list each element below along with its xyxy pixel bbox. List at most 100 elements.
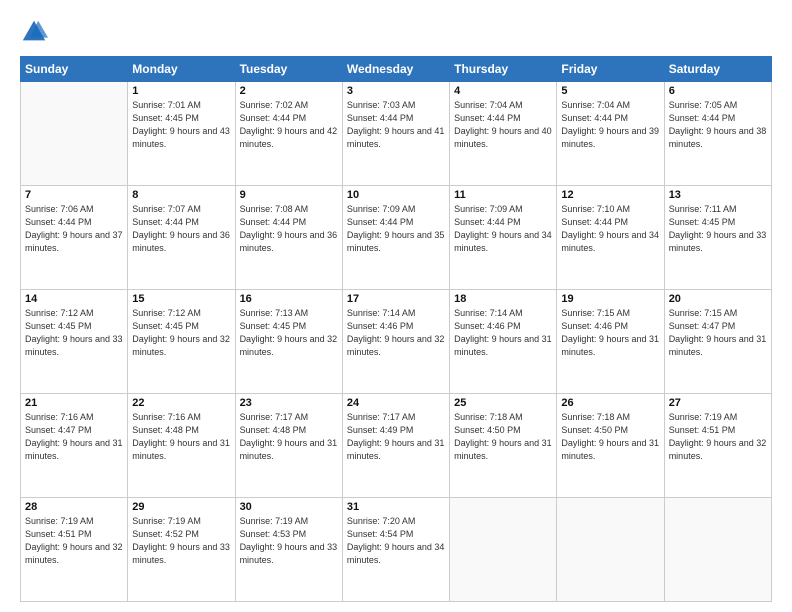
day-number: 9 [240,189,338,201]
day-info: Sunrise: 7:12 AMSunset: 4:45 PMDaylight:… [132,307,230,359]
weekday-header: Wednesday [342,57,449,82]
calendar-cell: 17 Sunrise: 7:14 AMSunset: 4:46 PMDayligh… [342,290,449,394]
day-info: Sunrise: 7:20 AMSunset: 4:54 PMDaylight:… [347,515,445,567]
calendar-cell: 9 Sunrise: 7:08 AMSunset: 4:44 PMDaylight… [235,186,342,290]
calendar-cell: 2Sunrise: 7:02 AMSunset: 4:44 PMDaylight… [235,82,342,186]
day-info: Sunrise: 7:18 AMSunset: 4:50 PMDaylight:… [454,411,552,463]
day-info: Sunrise: 7:16 AMSunset: 4:47 PMDaylight:… [25,411,123,463]
day-number: 4 [454,85,552,97]
calendar-row: 14 Sunrise: 7:12 AMSunset: 4:45 PMDayligh… [21,290,772,394]
day-info: Sunrise: 7:15 AMSunset: 4:46 PMDaylight:… [561,307,659,359]
day-info: Sunrise: 7:10 AMSunset: 4:44 PMDaylight:… [561,203,659,255]
calendar-header-row: SundayMondayTuesdayWednesdayThursdayFrid… [21,57,772,82]
day-number: 26 [561,397,659,409]
day-info: Sunrise: 7:07 AMSunset: 4:44 PMDaylight:… [132,203,230,255]
calendar-cell: 26 Sunrise: 7:18 AMSunset: 4:50 PMDayligh… [557,394,664,498]
day-number: 12 [561,189,659,201]
weekday-header: Saturday [664,57,771,82]
calendar-cell: 25 Sunrise: 7:18 AMSunset: 4:50 PMDayligh… [450,394,557,498]
day-info: Sunrise: 7:04 AMSunset: 4:44 PMDaylight:… [561,99,659,151]
calendar-table: SundayMondayTuesdayWednesdayThursdayFrid… [20,56,772,602]
calendar-cell: 12 Sunrise: 7:10 AMSunset: 4:44 PMDayligh… [557,186,664,290]
day-number: 2 [240,85,338,97]
calendar-cell: 28 Sunrise: 7:19 AMSunset: 4:51 PMDayligh… [21,498,128,602]
day-info: Sunrise: 7:17 AMSunset: 4:48 PMDaylight:… [240,411,338,463]
day-number: 20 [669,293,767,305]
day-number: 6 [669,85,767,97]
day-number: 10 [347,189,445,201]
day-info: Sunrise: 7:11 AMSunset: 4:45 PMDaylight:… [669,203,767,255]
logo-icon [20,18,48,46]
calendar-cell: 19 Sunrise: 7:15 AMSunset: 4:46 PMDayligh… [557,290,664,394]
header [20,18,772,46]
day-info: Sunrise: 7:09 AMSunset: 4:44 PMDaylight:… [454,203,552,255]
day-info: Sunrise: 7:19 AMSunset: 4:51 PMDaylight:… [25,515,123,567]
calendar-row: 7Sunrise: 7:06 AMSunset: 4:44 PMDaylight… [21,186,772,290]
calendar-cell: 5 Sunrise: 7:04 AMSunset: 4:44 PMDaylight… [557,82,664,186]
day-info: Sunrise: 7:08 AMSunset: 4:44 PMDaylight:… [240,203,338,255]
logo [20,18,52,46]
day-number: 7 [25,189,123,201]
calendar-cell: 23 Sunrise: 7:17 AMSunset: 4:48 PMDayligh… [235,394,342,498]
calendar-cell: 30Sunrise: 7:19 AMSunset: 4:53 PMDayligh… [235,498,342,602]
calendar-cell: 20 Sunrise: 7:15 AMSunset: 4:47 PMDayligh… [664,290,771,394]
day-number: 21 [25,397,123,409]
day-number: 23 [240,397,338,409]
day-number: 25 [454,397,552,409]
calendar-cell: 31 Sunrise: 7:20 AMSunset: 4:54 PMDayligh… [342,498,449,602]
day-info: Sunrise: 7:14 AMSunset: 4:46 PMDaylight:… [347,307,445,359]
weekday-header: Monday [128,57,235,82]
day-number: 5 [561,85,659,97]
day-info: Sunrise: 7:12 AMSunset: 4:45 PMDaylight:… [25,307,123,359]
calendar-cell [450,498,557,602]
calendar-row: 21 Sunrise: 7:16 AMSunset: 4:47 PMDayligh… [21,394,772,498]
calendar-cell: 18Sunrise: 7:14 AMSunset: 4:46 PMDayligh… [450,290,557,394]
day-number: 31 [347,501,445,513]
day-number: 29 [132,501,230,513]
day-number: 3 [347,85,445,97]
day-number: 17 [347,293,445,305]
day-info: Sunrise: 7:15 AMSunset: 4:47 PMDaylight:… [669,307,767,359]
day-number: 8 [132,189,230,201]
day-info: Sunrise: 7:03 AMSunset: 4:44 PMDaylight:… [347,99,445,151]
day-info: Sunrise: 7:19 AMSunset: 4:51 PMDaylight:… [669,411,767,463]
page: SundayMondayTuesdayWednesdayThursdayFrid… [0,0,792,612]
weekday-header: Thursday [450,57,557,82]
day-number: 19 [561,293,659,305]
day-number: 14 [25,293,123,305]
weekday-header: Sunday [21,57,128,82]
calendar-cell: 24Sunrise: 7:17 AMSunset: 4:49 PMDayligh… [342,394,449,498]
day-number: 11 [454,189,552,201]
calendar-cell: 15 Sunrise: 7:12 AMSunset: 4:45 PMDayligh… [128,290,235,394]
day-number: 22 [132,397,230,409]
day-info: Sunrise: 7:19 AMSunset: 4:53 PMDaylight:… [240,515,338,567]
day-number: 13 [669,189,767,201]
calendar-cell: 3 Sunrise: 7:03 AMSunset: 4:44 PMDaylight… [342,82,449,186]
day-info: Sunrise: 7:09 AMSunset: 4:44 PMDaylight:… [347,203,445,255]
calendar-cell: 14 Sunrise: 7:12 AMSunset: 4:45 PMDayligh… [21,290,128,394]
day-info: Sunrise: 7:19 AMSunset: 4:52 PMDaylight:… [132,515,230,567]
calendar-cell: 4 Sunrise: 7:04 AMSunset: 4:44 PMDaylight… [450,82,557,186]
calendar-cell [557,498,664,602]
day-number: 1 [132,85,230,97]
day-info: Sunrise: 7:17 AMSunset: 4:49 PMDaylight:… [347,411,445,463]
day-number: 28 [25,501,123,513]
day-number: 27 [669,397,767,409]
day-info: Sunrise: 7:04 AMSunset: 4:44 PMDaylight:… [454,99,552,151]
calendar-cell: 21 Sunrise: 7:16 AMSunset: 4:47 PMDayligh… [21,394,128,498]
weekday-header: Friday [557,57,664,82]
calendar-cell: 11 Sunrise: 7:09 AMSunset: 4:44 PMDayligh… [450,186,557,290]
calendar-row: 28 Sunrise: 7:19 AMSunset: 4:51 PMDayligh… [21,498,772,602]
calendar-row: 1Sunrise: 7:01 AMSunset: 4:45 PMDaylight… [21,82,772,186]
calendar-cell [21,82,128,186]
day-info: Sunrise: 7:16 AMSunset: 4:48 PMDaylight:… [132,411,230,463]
calendar-cell: 13 Sunrise: 7:11 AMSunset: 4:45 PMDayligh… [664,186,771,290]
calendar-cell: 10 Sunrise: 7:09 AMSunset: 4:44 PMDayligh… [342,186,449,290]
calendar-cell: 7Sunrise: 7:06 AMSunset: 4:44 PMDaylight… [21,186,128,290]
day-info: Sunrise: 7:18 AMSunset: 4:50 PMDaylight:… [561,411,659,463]
day-info: Sunrise: 7:05 AMSunset: 4:44 PMDaylight:… [669,99,767,151]
day-info: Sunrise: 7:14 AMSunset: 4:46 PMDaylight:… [454,307,552,359]
calendar-cell: 22 Sunrise: 7:16 AMSunset: 4:48 PMDayligh… [128,394,235,498]
day-info: Sunrise: 7:13 AMSunset: 4:45 PMDaylight:… [240,307,338,359]
day-number: 15 [132,293,230,305]
